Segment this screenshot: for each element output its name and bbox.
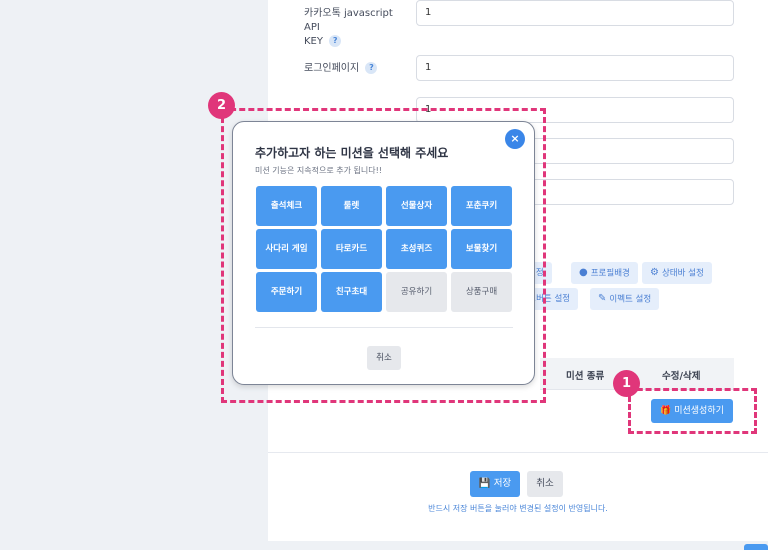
floppy-disk-icon: 💾 <box>478 478 491 489</box>
login-page-label: 로그인페이지 ? <box>304 62 404 76</box>
mission-option-button[interactable]: 선물상자 <box>386 186 447 226</box>
column-edit-delete: 수정/삭제 <box>662 371 701 382</box>
highlight-box-1 <box>628 388 757 434</box>
magic-wand-icon: ✎ <box>598 293 607 304</box>
mission-option-button[interactable]: 포춘쿠키 <box>451 186 512 226</box>
annotation-badge-2: 2 <box>208 92 235 119</box>
mission-option-button[interactable]: 초성퀴즈 <box>386 229 447 269</box>
mission-option-button[interactable]: 상품구매 <box>451 272 512 312</box>
mission-option-button[interactable]: 주문하기 <box>256 272 317 312</box>
modal-title: 추가하고자 하는 미션을 선택해 주세요 <box>255 146 449 160</box>
chip-profile-background[interactable]: ● 프로필배경 <box>571 262 638 284</box>
chip-status-bar-setting[interactable]: ⚙ 상태바 설정 <box>642 262 712 284</box>
help-icon[interactable]: ? <box>329 35 342 47</box>
cancel-button[interactable]: 취소 <box>527 471 563 497</box>
kakao-api-key-input[interactable]: 1 <box>416 0 734 26</box>
modal-cancel-button[interactable]: 취소 <box>367 346 401 370</box>
gear-icon: ⚙ <box>650 267 659 278</box>
mission-option-button[interactable]: 룰렛 <box>321 186 382 226</box>
mission-option-button[interactable]: 보물찾기 <box>451 229 512 269</box>
login-page-input[interactable]: 1 <box>416 55 734 81</box>
page-bottom-strip <box>268 541 768 550</box>
mission-option-button[interactable]: 사다리 게임 <box>256 229 317 269</box>
mission-option-button[interactable]: 친구초대 <box>321 272 382 312</box>
footer-panel <box>268 452 768 542</box>
save-button[interactable]: 💾 저장 <box>470 471 520 497</box>
column-mission-type: 미션 종류 <box>566 371 605 382</box>
mission-option-button[interactable]: 타로카드 <box>321 229 382 269</box>
modal-subtitle: 미션 기능은 지속적으로 추가 됩니다!! <box>255 166 382 175</box>
close-icon[interactable]: × <box>505 129 525 149</box>
chip-effect-setting[interactable]: ✎ 이펙트 설정 <box>590 288 660 310</box>
kakao-api-key-label: 카카오톡 javascript API KEY ? <box>304 8 393 47</box>
mission-select-modal: × 추가하고자 하는 미션을 선택해 주세요 미션 기능은 지속적으로 추가 됩… <box>232 121 535 385</box>
annotation-badge-1: 1 <box>613 370 640 397</box>
user-circle-icon: ● <box>579 267 588 278</box>
mission-option-button[interactable]: 출석체크 <box>256 186 317 226</box>
divider <box>255 327 513 328</box>
save-notice: 반드시 저장 버튼을 눌러야 변경된 설정이 반영됩니다. <box>428 504 608 513</box>
mission-option-button[interactable]: 공유하기 <box>386 272 447 312</box>
scroll-to-top-button[interactable] <box>744 544 768 550</box>
help-icon[interactable]: ? <box>365 62 378 74</box>
